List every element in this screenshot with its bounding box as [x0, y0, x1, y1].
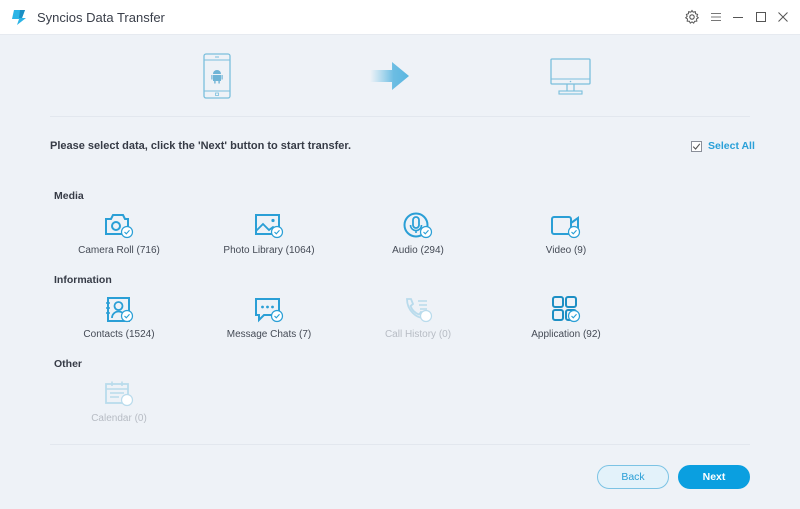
- divider: [50, 444, 750, 445]
- maximize-icon[interactable]: [753, 9, 769, 25]
- select-all-checkbox[interactable]: Select All: [691, 140, 755, 152]
- next-button[interactable]: Next: [678, 465, 750, 489]
- item-label: Call History (0): [384, 329, 452, 340]
- divider: [50, 116, 750, 117]
- data-item-audio[interactable]: Audio (294): [353, 212, 483, 256]
- item-label: Video (9): [545, 245, 587, 256]
- item-label: Message Chats (7): [226, 329, 312, 340]
- transfer-arrow-icon: [370, 62, 409, 90]
- checkbox-checked-icon[interactable]: [691, 140, 702, 152]
- item-label: Audio (294): [392, 245, 444, 256]
- phone-call-icon: [406, 298, 433, 323]
- android-phone-icon: [203, 53, 231, 99]
- close-icon[interactable]: [775, 9, 791, 25]
- contacts-icon: [106, 297, 134, 323]
- calendar-icon: [105, 381, 134, 407]
- title-bar: Syncios Data Transfer: [0, 0, 800, 35]
- item-label: Contacts (1524): [83, 329, 155, 340]
- data-item-call-history: Call History (0): [353, 296, 483, 340]
- data-item-camera-roll[interactable]: Camera Roll (716): [54, 212, 184, 256]
- data-item-photo-library[interactable]: Photo Library (1064): [204, 212, 334, 256]
- photo-icon: [255, 214, 284, 239]
- section-label-information: Information: [54, 274, 112, 286]
- chat-bubble-icon: [255, 298, 284, 323]
- section-label-other: Other: [54, 358, 83, 370]
- app-title: Syncios Data Transfer: [37, 10, 165, 25]
- item-label: Application (92): [531, 329, 601, 340]
- data-item-contacts[interactable]: Contacts (1524): [54, 296, 184, 340]
- settings-gear-icon[interactable]: [684, 9, 700, 25]
- section-label-media: Media: [54, 190, 84, 202]
- instruction-text: Please select data, click the 'Next' but…: [50, 140, 352, 152]
- camera-icon: [105, 214, 134, 239]
- app-logo-icon: [12, 10, 26, 25]
- video-camera-icon: [551, 216, 581, 239]
- apps-grid-icon: [552, 296, 581, 323]
- item-label: Calendar (0): [91, 413, 147, 424]
- data-item-video[interactable]: Video (9): [501, 212, 631, 256]
- menu-hamburger-icon[interactable]: [708, 9, 724, 25]
- minimize-icon[interactable]: [730, 9, 746, 25]
- back-button[interactable]: Back: [597, 465, 669, 489]
- data-item-calendar: Calendar (0): [54, 380, 184, 424]
- item-label: Camera Roll (716): [78, 245, 160, 256]
- data-item-message-chats[interactable]: Message Chats (7): [204, 296, 334, 340]
- microphone-icon: [403, 212, 433, 239]
- data-item-application[interactable]: Application (92): [501, 296, 631, 340]
- computer-monitor-icon: [550, 58, 591, 95]
- item-label: Photo Library (1064): [223, 245, 315, 256]
- select-all-label[interactable]: Select All: [708, 140, 755, 152]
